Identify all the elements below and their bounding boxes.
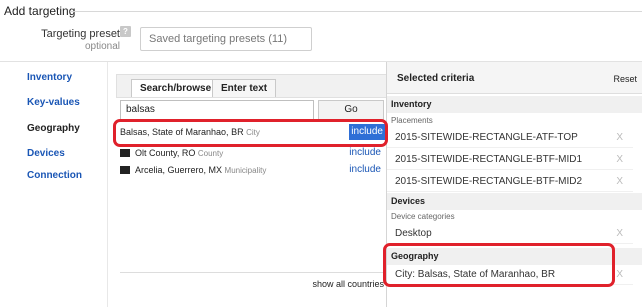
criteria-item-label: 2015-SITEWIDE-RECTANGLE-BTF-MID2 [395, 176, 583, 187]
criteria-item: 2015-SITEWIDE-RECTANGLE-BTF-MID2 X [387, 172, 633, 192]
remove-icon[interactable]: X [616, 224, 623, 244]
result-name: Arcelia, Guerrero, MX [135, 165, 223, 175]
criteria-item: Desktop X [387, 224, 633, 244]
nav-item-inventory[interactable]: Inventory [27, 72, 72, 83]
selected-criteria-panel: Selected criteria Reset Inventory Placem… [386, 62, 642, 307]
nav-item-geography[interactable]: Geography [27, 123, 80, 134]
tab-bar: Search/browse Enter text [116, 74, 391, 98]
criteria-item: City: Balsas, State of Maranhao, BR X [387, 265, 633, 285]
folder-icon [120, 165, 130, 174]
criteria-heading-inventory: Inventory [387, 96, 642, 113]
help-icon[interactable]: ? [120, 26, 131, 37]
criteria-heading-geography: Geography [387, 248, 642, 265]
criteria-heading-devices: Devices [387, 193, 642, 210]
result-type: City [246, 128, 260, 137]
criteria-item-label: 2015-SITEWIDE-RECTANGLE-ATF-TOP [395, 132, 578, 143]
criteria-item-label: 2015-SITEWIDE-RECTANGLE-BTF-MID1 [395, 154, 583, 165]
targeting-preset-row: Targeting preset ? optional Saved target… [0, 26, 330, 56]
result-type: Municipality [224, 166, 267, 175]
targeting-category-nav: Inventory Key-values Geography Devices C… [0, 62, 108, 307]
criteria-item: 2015-SITEWIDE-RECTANGLE-BTF-MID1 X [387, 150, 633, 170]
remove-icon[interactable]: X [616, 265, 623, 285]
remove-icon[interactable]: X [616, 150, 623, 170]
go-button[interactable]: Go [318, 100, 384, 120]
results-footer-divider [120, 272, 388, 273]
result-name: Olt County, RO [135, 148, 196, 158]
preset-label: Targeting preset [41, 28, 120, 40]
result-name: Balsas, State of Maranhao, BR [120, 127, 244, 137]
result-row[interactable]: Balsas, State of Maranhao, BR City inclu… [120, 124, 386, 140]
nav-item-devices[interactable]: Devices [27, 148, 65, 159]
criteria-item: 2015-SITEWIDE-RECTANGLE-ATF-TOP X [387, 128, 633, 148]
criteria-item-label: Desktop [395, 228, 432, 239]
include-link[interactable]: include [349, 124, 385, 140]
include-link[interactable]: include [349, 162, 381, 178]
nav-item-key-values[interactable]: Key-values [27, 97, 80, 108]
result-row[interactable]: Arcelia, Guerrero, MX Municipality inclu… [120, 162, 386, 178]
preset-optional-label: optional [84, 41, 120, 52]
targeting-preset-select[interactable]: Saved targeting presets (11) [140, 27, 312, 51]
result-row[interactable]: Olt County, RO County include [120, 145, 386, 161]
show-all-countries-link[interactable]: show all countries [312, 279, 384, 289]
remove-icon[interactable]: X [616, 172, 623, 192]
section-divider [70, 11, 642, 12]
folder-icon [120, 148, 130, 157]
result-type: County [197, 149, 224, 158]
include-link[interactable]: include [349, 145, 381, 161]
criteria-item-label: City: Balsas, State of Maranhao, BR [395, 269, 556, 280]
tab-search-browse[interactable]: Search/browse [131, 79, 221, 97]
remove-icon[interactable]: X [616, 128, 623, 148]
search-browse-panel: Search/browse Enter text balsas Go Balsa… [108, 62, 391, 307]
section-title: Add targeting [4, 4, 76, 18]
nav-item-connection[interactable]: Connection [27, 170, 82, 181]
add-targeting-panel: Add targeting Targeting preset ? optiona… [0, 0, 642, 307]
tab-enter-text[interactable]: Enter text [212, 79, 277, 97]
selected-criteria-title: Selected criteria [397, 73, 475, 84]
search-input[interactable]: balsas [120, 100, 314, 120]
reset-link[interactable]: Reset [613, 74, 637, 84]
selected-criteria-header: Selected criteria Reset [387, 62, 642, 94]
criteria-sub-placements: Placements [391, 116, 433, 125]
criteria-sub-device-categories: Device categories [391, 212, 455, 221]
